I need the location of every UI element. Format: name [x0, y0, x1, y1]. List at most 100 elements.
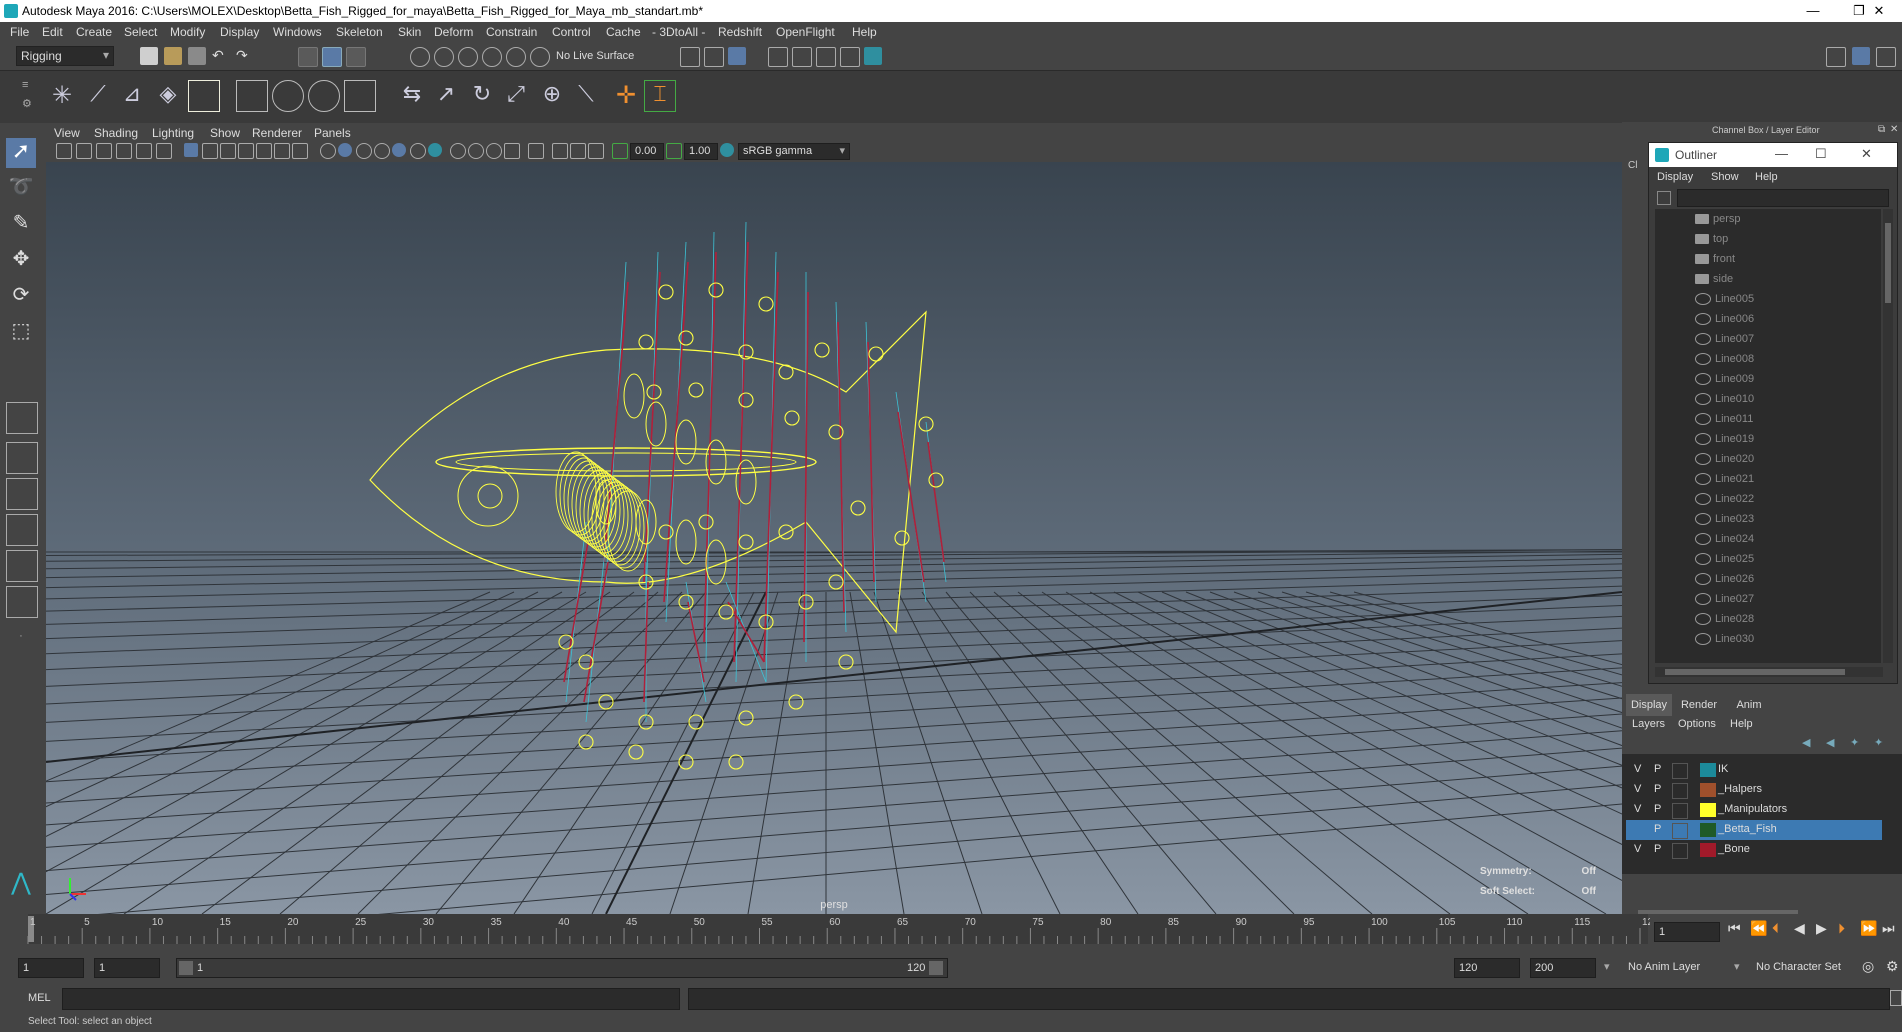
- close-panel-icon[interactable]: ✕: [1890, 124, 1898, 135]
- chevron-down-icon[interactable]: ▾: [1604, 960, 1610, 973]
- range-bar[interactable]: 1 120: [176, 958, 948, 978]
- render-current-icon[interactable]: [792, 47, 812, 67]
- outliner-item[interactable]: Line026: [1695, 573, 1865, 593]
- outliner-item[interactable]: Line010: [1695, 393, 1865, 413]
- go-end-icon[interactable]: ⏭: [1882, 920, 1895, 937]
- outliner-item[interactable]: persp: [1695, 213, 1865, 233]
- exposure-icon[interactable]: [612, 143, 628, 159]
- motion-blur-icon[interactable]: [468, 143, 484, 159]
- image-plane-icon[interactable]: [116, 143, 132, 159]
- layer-visibility-toggle[interactable]: V: [1634, 783, 1641, 795]
- more-layouts-icon[interactable]: ·: [6, 630, 36, 660]
- outliner-menu-display[interactable]: Display: [1657, 171, 1693, 183]
- layer-type-toggle[interactable]: [1672, 783, 1688, 799]
- outliner-item[interactable]: Line007: [1695, 333, 1865, 353]
- anim-layer-label[interactable]: No Anim Layer: [1628, 961, 1700, 973]
- create-joints-icon[interactable]: ✳: [46, 80, 78, 112]
- menu-select[interactable]: Select: [124, 25, 157, 39]
- outliner-item[interactable]: Line011: [1695, 413, 1865, 433]
- rotate-tool-icon[interactable]: ⟳: [6, 282, 36, 312]
- layer-row[interactable]: V P _Bone: [1626, 840, 1882, 860]
- input-ops-icon[interactable]: [680, 47, 700, 67]
- panel-menu-show[interactable]: Show: [210, 126, 240, 140]
- wire-on-shaded-icon[interactable]: [356, 143, 372, 159]
- depth-of-field-icon[interactable]: [504, 143, 520, 159]
- outliner-hscroll-thumb[interactable]: [1665, 669, 1845, 675]
- playback-end-field[interactable]: 120: [1454, 958, 1520, 978]
- ipr-render-icon[interactable]: [816, 47, 836, 67]
- lasso-tool-icon[interactable]: ➰: [6, 174, 36, 204]
- snap-point-icon[interactable]: [458, 47, 478, 67]
- persp-graph-icon[interactable]: [6, 514, 38, 546]
- layer-playback-toggle[interactable]: P: [1654, 803, 1661, 815]
- layer-type-toggle[interactable]: [1672, 823, 1688, 839]
- layer-menu-layers[interactable]: Layers: [1632, 718, 1665, 730]
- tab-anim[interactable]: Anim: [1726, 694, 1772, 716]
- smooth-bind-icon[interactable]: [308, 80, 340, 112]
- time-slider[interactable]: 1 5 10 15 20 25 30 35 40 45 50 55 60 65 70 75 80 85 90 95 10…: [0, 914, 1902, 954]
- outliner-item[interactable]: top: [1695, 233, 1865, 253]
- colorspace-dropdown[interactable]: sRGB gamma ▾: [738, 143, 850, 160]
- outliner-item[interactable]: Line008: [1695, 353, 1865, 373]
- layer-menu-help[interactable]: Help: [1730, 718, 1753, 730]
- menu-deform[interactable]: Deform: [434, 25, 473, 39]
- outliner-maximize-button[interactable]: ☐: [1815, 146, 1827, 162]
- script-language-label[interactable]: MEL: [28, 992, 51, 1004]
- redo-icon[interactable]: ↷: [236, 47, 254, 65]
- menu-redshift[interactable]: Redshift: [718, 25, 762, 39]
- tab-render[interactable]: Render: [1676, 694, 1722, 716]
- cluster-icon[interactable]: ⌶: [644, 80, 676, 112]
- outliner-item[interactable]: Line009: [1695, 373, 1865, 393]
- persp-hypershade-icon[interactable]: [6, 550, 38, 582]
- snap-grid-icon[interactable]: [410, 47, 430, 67]
- snap-curve-icon[interactable]: [434, 47, 454, 67]
- character-set-label[interactable]: No Character Set: [1756, 961, 1841, 973]
- panel-menu-view[interactable]: View: [54, 126, 80, 140]
- layer-playback-toggle[interactable]: P: [1654, 843, 1661, 855]
- bookmark-icon[interactable]: [96, 143, 112, 159]
- isolate-select-icon[interactable]: [528, 143, 544, 159]
- ik-spline-icon[interactable]: ⊿: [116, 80, 148, 112]
- select-object-icon[interactable]: [322, 47, 342, 67]
- outliner-item[interactable]: Line024: [1695, 533, 1865, 553]
- undo-icon[interactable]: ↶: [212, 47, 230, 65]
- menu-file[interactable]: File: [10, 25, 29, 39]
- aim-constraint-icon[interactable]: ↗: [430, 80, 462, 112]
- layer-visibility-toggle[interactable]: V: [1634, 803, 1641, 815]
- shelf-menu-icon[interactable]: ≡: [22, 79, 28, 91]
- new-layer-icon[interactable]: ✦: [1850, 736, 1859, 749]
- antialias-icon[interactable]: [486, 143, 502, 159]
- snap-live-icon[interactable]: [530, 47, 550, 67]
- xray-joints-icon[interactable]: [552, 143, 568, 159]
- panel-menu-renderer[interactable]: Renderer: [252, 126, 302, 140]
- orient-joint-icon[interactable]: [188, 80, 220, 112]
- lights-icon[interactable]: [410, 143, 426, 159]
- safe-title-icon[interactable]: [292, 143, 308, 159]
- play-forward-icon[interactable]: ▶: [1816, 920, 1827, 937]
- parent-constraint-icon[interactable]: ⊕: [536, 80, 568, 112]
- locator-icon[interactable]: ✛: [610, 80, 642, 112]
- outliner-menu-help[interactable]: Help: [1755, 171, 1778, 183]
- layer-row[interactable]: V P _Halpers: [1626, 780, 1882, 800]
- layer-type-toggle[interactable]: [1672, 803, 1688, 819]
- outliner-item[interactable]: side: [1695, 273, 1865, 293]
- layer-color-swatch[interactable]: [1700, 823, 1716, 837]
- layer-playback-toggle[interactable]: P: [1654, 783, 1661, 795]
- color-management-icon[interactable]: [720, 143, 734, 157]
- open-scene-icon[interactable]: [164, 47, 182, 65]
- outliner-filter-icon[interactable]: [1657, 191, 1671, 205]
- exposure-field[interactable]: 0.00: [630, 143, 664, 160]
- step-forward-frame-icon[interactable]: ⏩: [1860, 920, 1877, 937]
- construction-history-icon[interactable]: [728, 47, 746, 65]
- outliner-search-input[interactable]: [1677, 189, 1889, 207]
- outliner-item[interactable]: Line020: [1695, 453, 1865, 473]
- layer-color-swatch[interactable]: [1700, 783, 1716, 797]
- xray-active-icon[interactable]: [570, 143, 586, 159]
- four-view-icon[interactable]: [6, 442, 38, 474]
- layer-menu-options[interactable]: Options: [1678, 718, 1716, 730]
- perspective-viewport[interactable]: persp Symmetry: Off Soft Select: Off: [46, 162, 1622, 914]
- outliner-item[interactable]: Line023: [1695, 513, 1865, 533]
- time-ruler[interactable]: 1 5 10 15 20 25 30 35 40 45 50 55 60 65 70 75 80 85 90 95 10…: [0, 914, 1650, 954]
- new-scene-icon[interactable]: [140, 47, 158, 65]
- command-input[interactable]: [62, 988, 680, 1010]
